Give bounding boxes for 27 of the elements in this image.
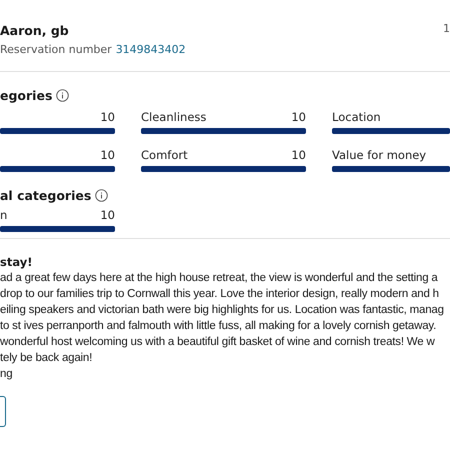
review-text: ad a great few days here at the high house retreat, the view is wonderful and the setting a [0,271,438,286]
review-text: wonderful host welcoming us with a beautiful gift basket of wine and cornish treats! We w [0,335,435,350]
review-title: stay! [0,254,34,270]
review-text: ng [0,367,12,382]
outline-button[interactable] [0,396,6,427]
section-title: egories [0,88,52,102]
score-value: 10 [291,110,306,124]
review-text: tely be back again! [0,351,92,366]
review-text: to st ives perranporth and falmouth with little fuss, all making for a lovely cornish getaway. [0,319,436,334]
section-title: al categories [0,188,92,202]
info-icon[interactable] [95,188,108,202]
review-text: drop to our families trip to Cornwall this year. Love the interior design, really modern and h [0,287,439,302]
reservation-label: Reservation number [0,43,112,57]
category-label: n [0,208,8,222]
score-value: 10 [100,208,115,222]
score-text: 1 [443,22,450,35]
guest-name: Aaron, gb [0,23,70,39]
score-value: 10 [100,148,115,162]
category-label: Value for money [332,148,426,162]
reservation-link[interactable]: 3149843402 [116,43,186,57]
review-text: eiling speakers and victorian bath were big highlights for us. Location was fantastic, manag [0,303,444,318]
info-icon[interactable] [56,88,70,102]
category-label: Cleanliness [141,110,206,124]
category-label: Comfort [141,148,188,162]
score-value: 10 [291,148,306,162]
category-label: Location [332,110,381,124]
score-value: 10 [100,110,115,124]
